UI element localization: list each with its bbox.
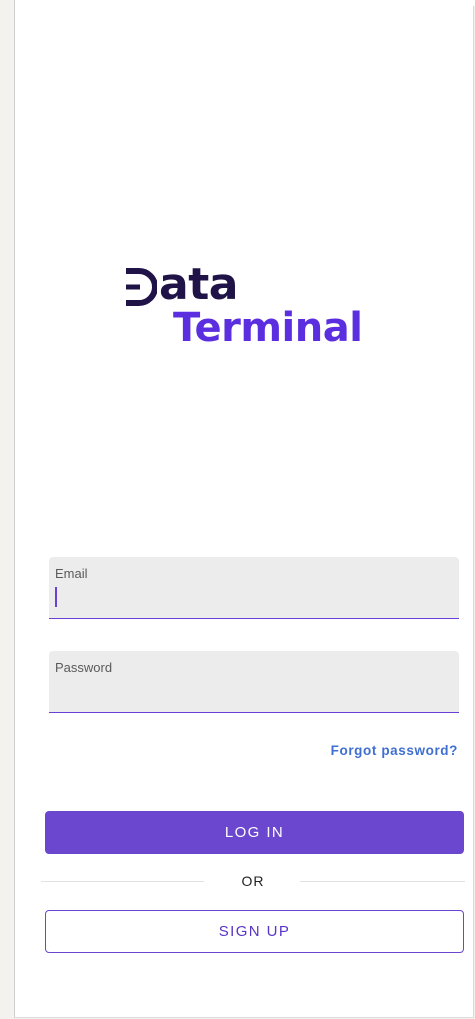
status-area [15,0,475,6]
email-label: Email [55,566,88,581]
logo-terminal-text: Terminal [173,305,363,351]
signup-button[interactable]: SIGN UP [45,910,464,953]
email-field[interactable]: Email [49,557,459,619]
login-button[interactable]: LOG IN [45,811,464,854]
email-underline [49,617,459,619]
logo-d-mark-icon [126,268,157,306]
email-input[interactable] [61,585,441,609]
app-logo: ata Terminal [123,255,403,365]
password-field[interactable]: Password [49,651,459,713]
password-underline [49,711,459,713]
text-caret [55,587,57,607]
login-screen: ata Terminal Email Password Forgot passw… [14,0,475,1018]
forgot-password-link[interactable]: Forgot password? [331,743,458,758]
password-label: Password [55,660,113,675]
password-input[interactable] [61,679,441,703]
divider-line-right [300,881,465,882]
or-divider: OR [41,871,465,893]
logo-data-row: ata [123,255,238,307]
logo-data-text: ata [159,259,238,310]
